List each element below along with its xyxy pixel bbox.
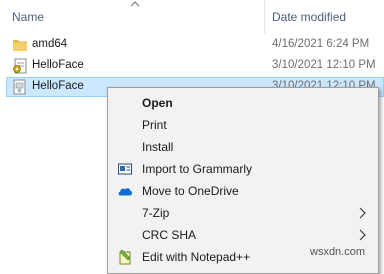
inf-file-icon <box>13 58 27 74</box>
menu-item-7-zip[interactable]: 7-Zip <box>108 202 378 224</box>
column-divider[interactable] <box>264 0 265 34</box>
menu-item-label: 7-Zip <box>142 206 170 220</box>
menu-item-label: Import to Grammarly <box>142 162 253 176</box>
menu-item-label: Print <box>142 118 167 132</box>
chevron-right-icon <box>359 207 366 219</box>
menu-item-print[interactable]: Print <box>108 114 378 136</box>
file-name: HelloFace <box>32 80 84 92</box>
file-date: 3/10/2021 12:10 PM <box>272 59 376 71</box>
menu-item-label: CRC SHA <box>142 228 197 242</box>
catalog-file-icon <box>13 79 26 95</box>
file-row-helloface-inf[interactable]: HelloFace 3/10/2021 12:10 PM <box>6 56 384 76</box>
date-modified-column-header[interactable]: Date modified <box>272 10 346 24</box>
menu-item-import-to-grammarly[interactable]: Import to Grammarly <box>108 158 378 180</box>
menu-item-move-to-onedrive[interactable]: Move to OneDrive <box>108 180 378 202</box>
grammarly-icon <box>118 163 132 175</box>
sort-ascending-icon <box>130 1 140 7</box>
menu-item-label: Edit with Notepad++ <box>142 250 251 264</box>
watermark: wsxdn.com <box>310 246 366 258</box>
menu-item-label: Move to OneDrive <box>142 184 239 198</box>
column-header-bar: Name Date modified <box>0 0 384 34</box>
file-name: HelloFace <box>32 59 84 71</box>
folder-icon <box>13 40 27 51</box>
onedrive-icon <box>118 188 132 196</box>
file-name: amd64 <box>32 38 68 50</box>
notepadpp-icon <box>119 249 131 265</box>
file-row-amd64[interactable]: amd64 4/16/2021 6:24 PM <box>6 35 384 55</box>
menu-item-crc-sha[interactable]: CRC SHA <box>108 224 378 246</box>
menu-item-open[interactable]: Open <box>108 92 378 114</box>
file-date: 4/16/2021 6:24 PM <box>272 38 370 50</box>
menu-item-install[interactable]: Install <box>108 136 378 158</box>
name-column-header[interactable]: Name <box>12 10 44 24</box>
menu-item-label: Open <box>142 96 173 110</box>
chevron-right-icon <box>359 229 366 241</box>
menu-item-label: Install <box>142 140 174 154</box>
